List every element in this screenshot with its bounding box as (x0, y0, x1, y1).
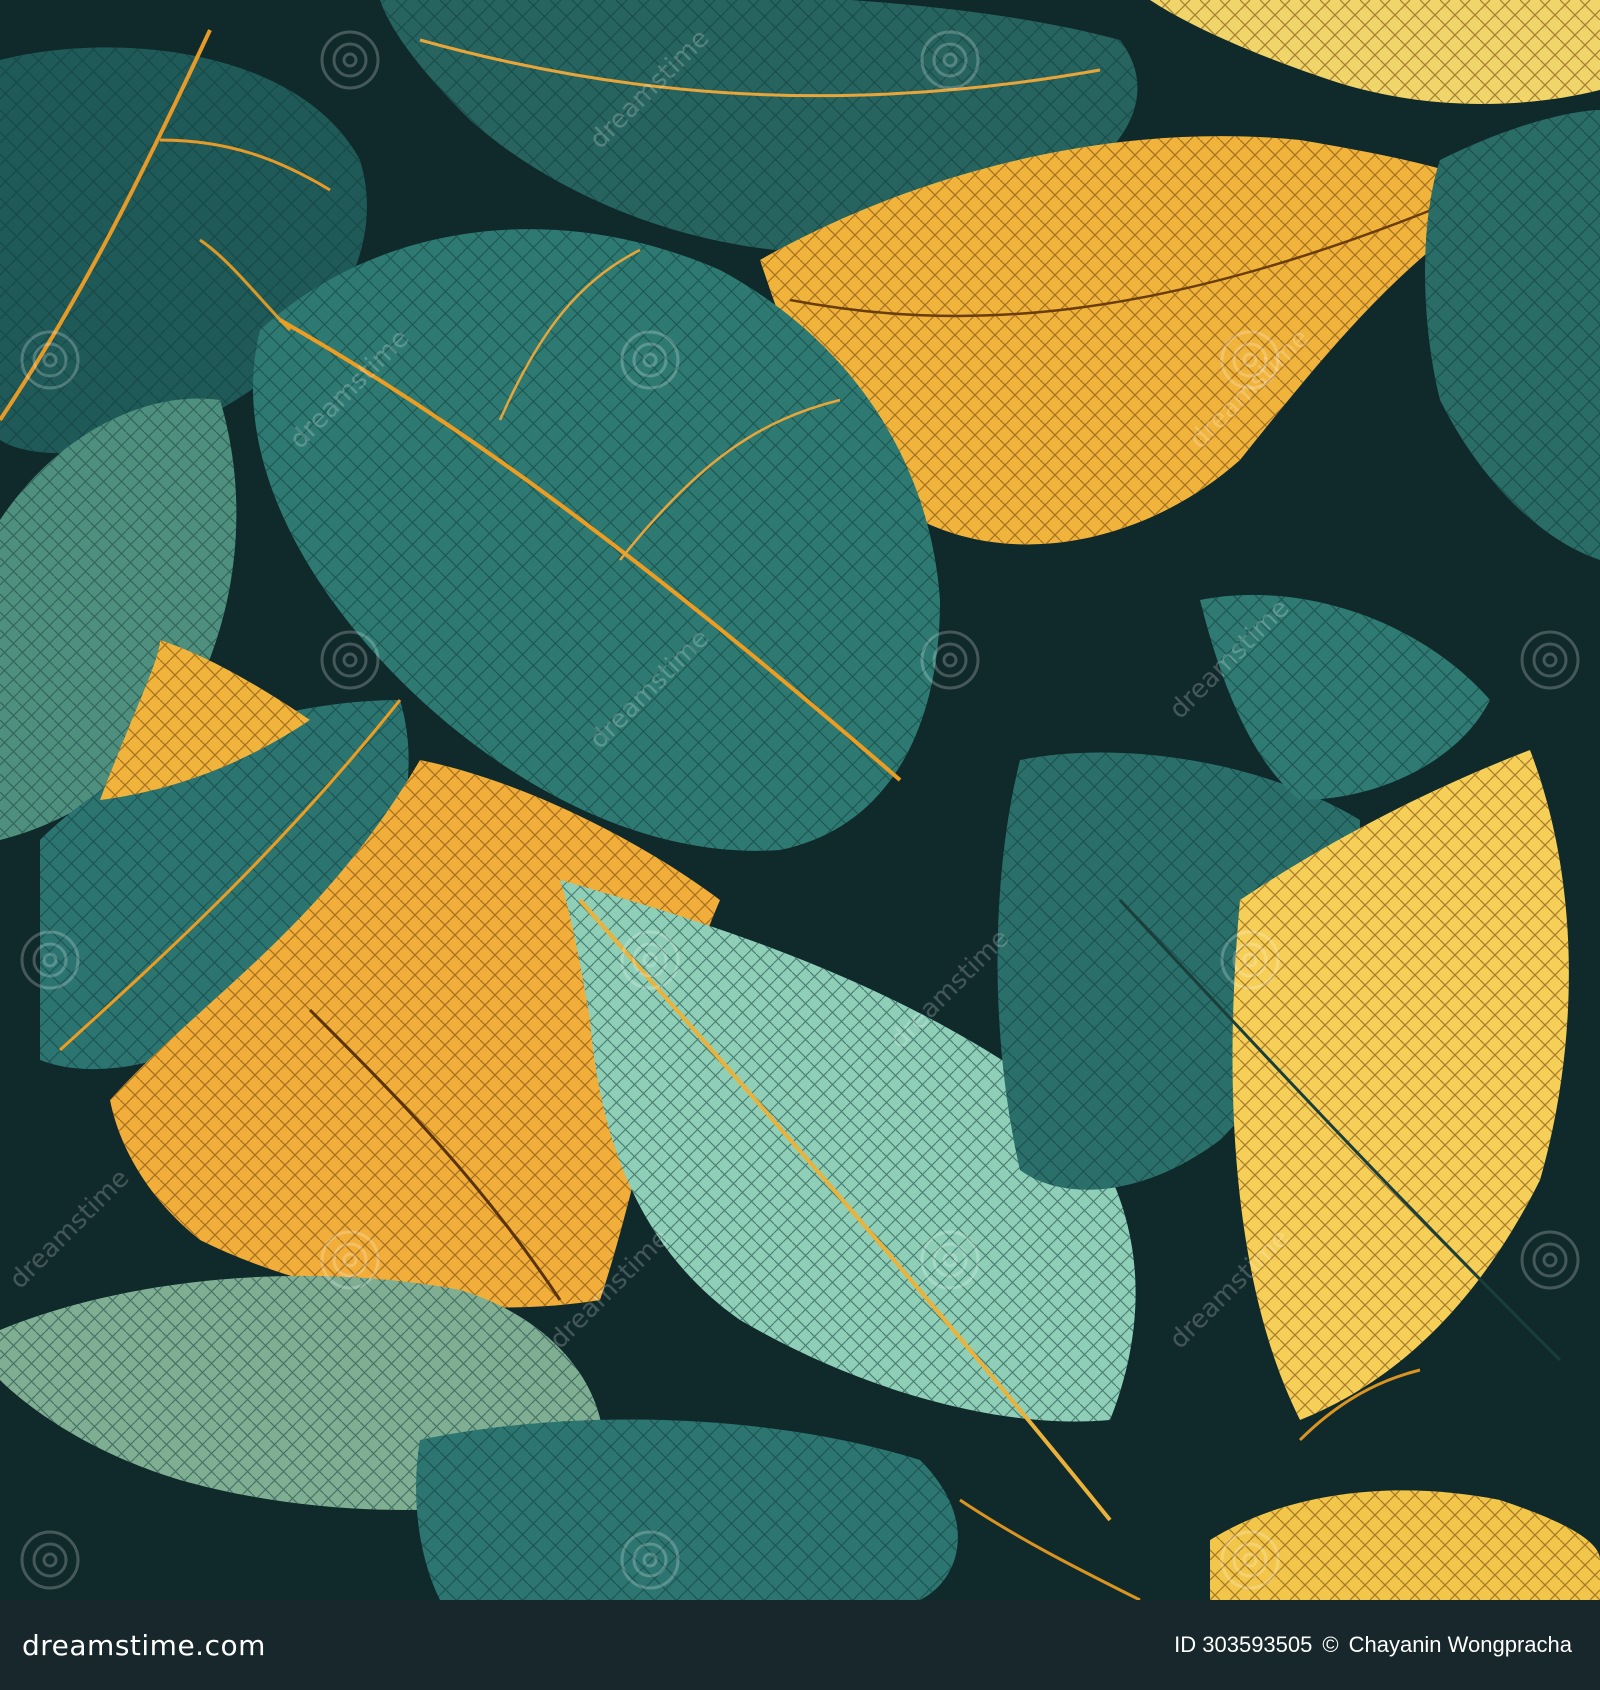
image-id: ID 303593505 (1174, 1632, 1313, 1657)
credit-footer: dreamstime.com ID 303593505 © Chayanin W… (0, 1600, 1600, 1690)
logo-text: dreamstime.com (22, 1628, 266, 1662)
image-credit: ID 303593505 © Chayanin Wongpracha (1174, 1632, 1572, 1658)
copyright-symbol: © (1322, 1632, 1339, 1657)
author-name[interactable]: Chayanin Wongpracha (1349, 1632, 1572, 1658)
leaf-pattern-svg (0, 0, 1600, 1600)
dreamstime-logo[interactable]: dreamstime.com (22, 1629, 266, 1662)
leaf-pattern-artwork: dreamstime dreamstime dreamstime dreamst… (0, 0, 1600, 1600)
stock-image-page: dreamstime dreamstime dreamstime dreamst… (0, 0, 1600, 1690)
